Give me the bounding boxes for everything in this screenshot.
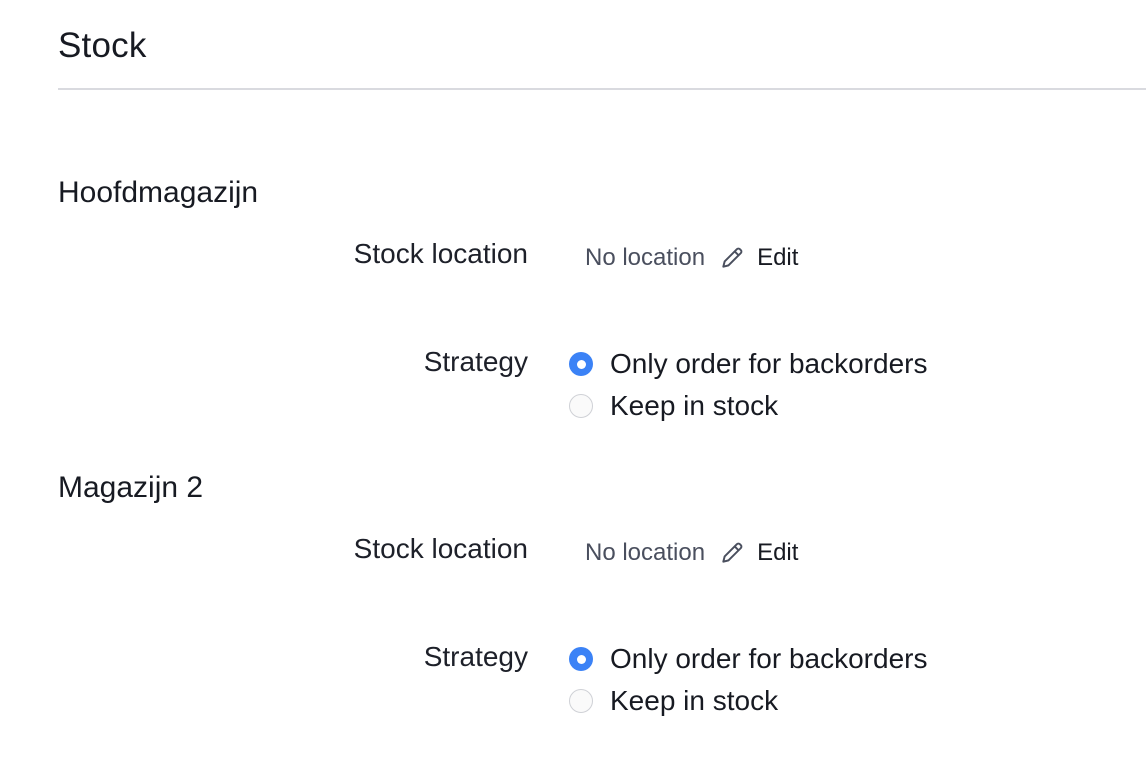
title-divider (58, 88, 1146, 90)
strategy-label: Strategy (423, 641, 528, 672)
pencil-icon (722, 542, 743, 563)
stock-location-value: No location Edit (585, 539, 798, 567)
edit-label: Edit (757, 539, 799, 566)
edit-stock-location-button[interactable]: Edit (719, 539, 798, 567)
radio-selected[interactable] (569, 647, 593, 671)
stock-location-label: Stock location (353, 238, 528, 269)
strategy-option-backorders[interactable]: Only order for backorders (569, 348, 927, 380)
stock-location-text: No location (585, 539, 706, 566)
pencil-icon (722, 247, 743, 268)
warehouse-title: Magazijn 2 (58, 471, 204, 504)
radio-unselected[interactable] (569, 689, 593, 713)
strategy-label: Strategy (423, 346, 528, 377)
strategy-option-keep-in-stock[interactable]: Keep in stock (569, 685, 778, 717)
edit-stock-location-button[interactable]: Edit (719, 244, 798, 272)
option-label: Keep in stock (610, 390, 779, 421)
strategy-option-backorders[interactable]: Only order for backorders (569, 643, 927, 675)
option-label: Only order for backorders (610, 348, 928, 379)
radio-unselected[interactable] (569, 394, 593, 418)
warehouse-title: Hoofdmagazijn (58, 176, 259, 209)
option-label: Keep in stock (610, 685, 779, 716)
page-title: Stock (58, 26, 147, 65)
stock-location-value: No location Edit (585, 244, 798, 272)
option-label: Only order for backorders (610, 643, 928, 674)
radio-selected[interactable] (569, 352, 593, 376)
stock-location-label: Stock location (353, 533, 528, 564)
stock-location-text: No location (585, 244, 706, 271)
edit-label: Edit (757, 244, 799, 271)
strategy-option-keep-in-stock[interactable]: Keep in stock (569, 390, 778, 422)
